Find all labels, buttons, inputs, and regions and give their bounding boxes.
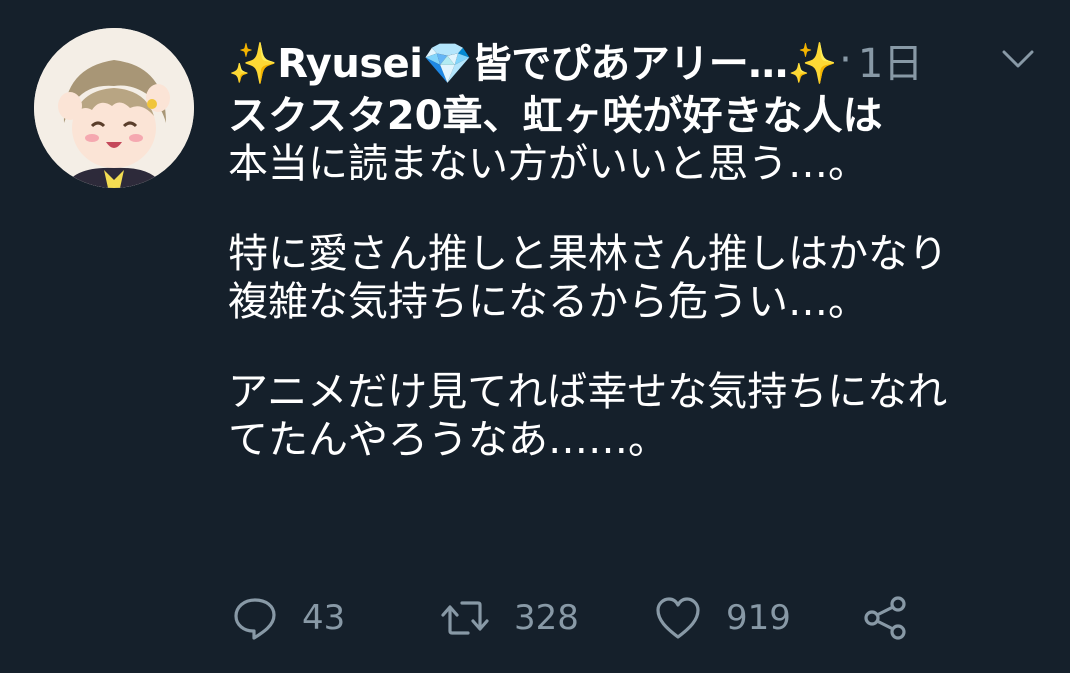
retweet-icon <box>440 595 490 641</box>
separator-dot: · <box>839 37 852 83</box>
reply-icon <box>232 595 278 641</box>
chevron-down-icon[interactable] <box>998 44 1038 74</box>
tweet-text: スクスタ20章、虹ヶ咲が好きな人は 本当に読まない方がいいと思う…。 特に愛さん… <box>228 92 1048 464</box>
tweet-header: ✨Ryusei💎皆でぴあアリー…✨ · 1日 <box>228 31 1028 89</box>
share-icon <box>862 595 910 641</box>
tweet-text-line: 本当に読まない方がいいと思う…。 <box>228 141 868 187</box>
tweet-text-line: アニメだけ見てれば幸せな気持ちになれ <box>228 369 948 415</box>
heart-icon <box>654 595 702 641</box>
tweet-text-line: スクスタ20章、虹ヶ咲が好きな人は <box>228 93 883 139</box>
share-button[interactable] <box>862 588 910 648</box>
tweet: ✨Ryusei💎皆でぴあアリー…✨ · 1日 スクスタ20章、虹ヶ咲が好きな人は… <box>0 0 1070 673</box>
tweet-text-line: てたんやろうなあ……。 <box>228 417 668 463</box>
retweet-button[interactable]: 328 <box>440 588 579 648</box>
like-button[interactable]: 919 <box>654 588 791 648</box>
avatar[interactable] <box>34 28 194 188</box>
tweet-text-line: 特に愛さん推しと果林さん推しはかなり <box>228 231 948 277</box>
timestamp[interactable]: 1日 <box>858 31 923 89</box>
reply-button[interactable]: 43 <box>232 588 345 648</box>
tweet-text-line: 複雑な気持ちになるから危うい…。 <box>228 279 868 325</box>
tweet-actions: 43 328 919 <box>232 588 932 648</box>
display-name[interactable]: ✨Ryusei💎皆でぴあアリー…✨ <box>228 31 838 89</box>
reply-count: 43 <box>302 598 346 638</box>
like-count: 919 <box>726 598 791 638</box>
retweet-count: 328 <box>514 598 579 638</box>
